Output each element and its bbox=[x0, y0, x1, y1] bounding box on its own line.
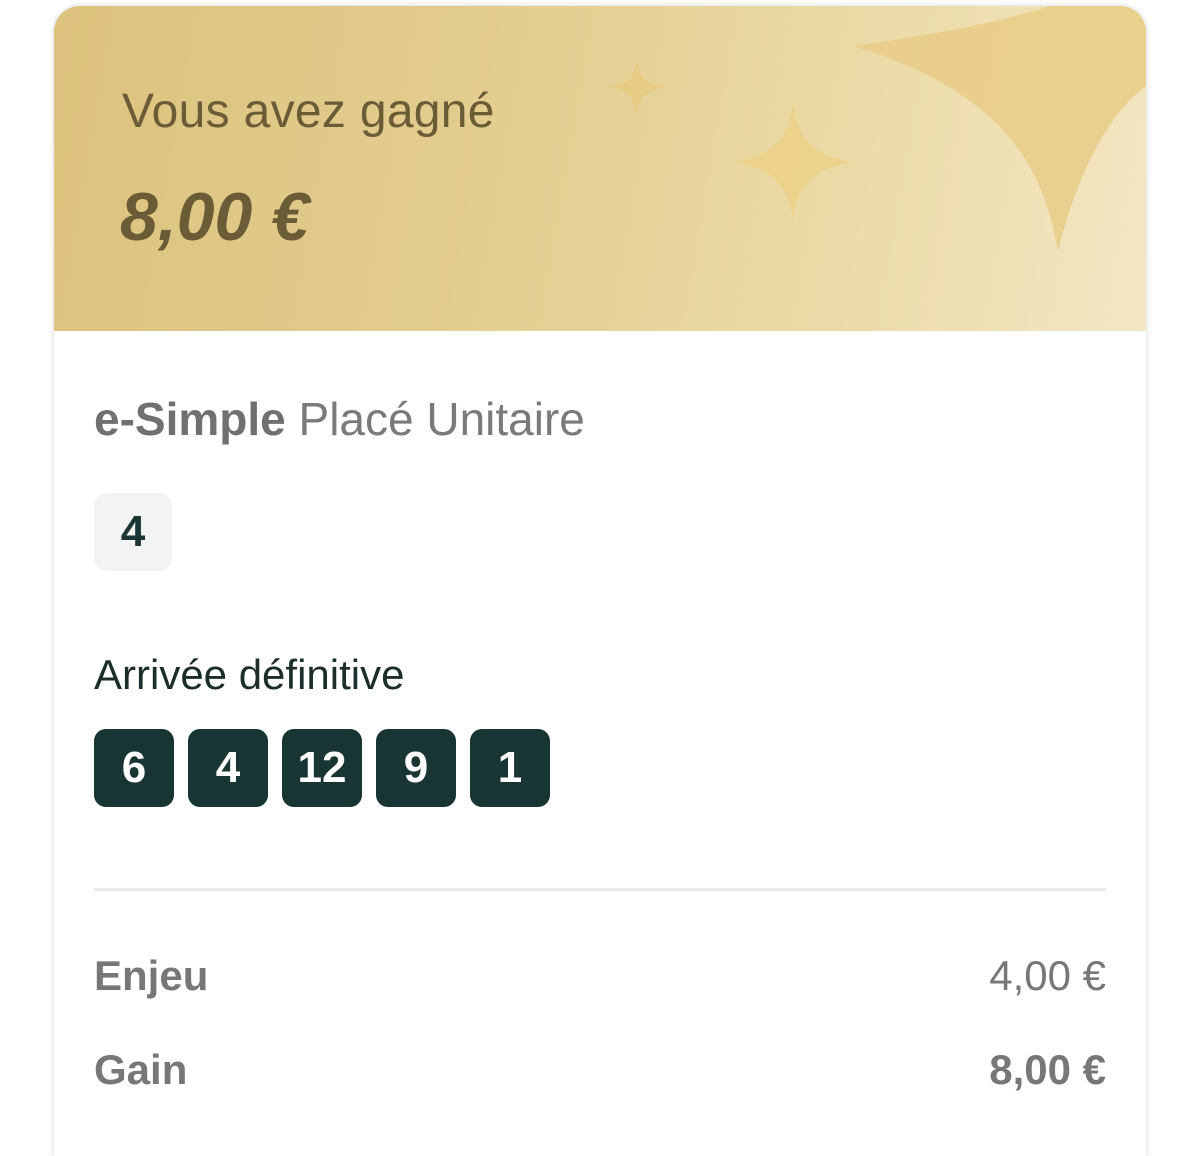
selection-chip: 4 bbox=[94, 493, 172, 571]
arrival-chip: 6 bbox=[94, 729, 174, 807]
arrival-chip: 12 bbox=[282, 729, 362, 807]
win-label: Vous avez gagné bbox=[122, 85, 495, 138]
win-banner: Vous avez gagné 8,00 € bbox=[54, 6, 1146, 331]
divider bbox=[94, 888, 1106, 891]
stake-value: 4,00 € bbox=[989, 952, 1106, 999]
bet-type: e-Simple bbox=[94, 393, 286, 445]
bet-kind: Placé Unitaire bbox=[298, 393, 585, 445]
arrival-chip: 4 bbox=[188, 729, 268, 807]
stake-label: Enjeu bbox=[94, 952, 209, 999]
sparkle-icon bbox=[608, 6, 1146, 251]
arrival-label: Arrivée définitive bbox=[94, 651, 405, 698]
arrival-chip: 1 bbox=[470, 729, 550, 807]
gain-label: Gain bbox=[94, 1046, 188, 1093]
gain-value: 8,00 € bbox=[989, 1046, 1106, 1093]
arrival-chip: 9 bbox=[376, 729, 456, 807]
bet-title: e-Simple Placé Unitaire bbox=[94, 392, 585, 446]
bet-result-card: Vous avez gagné 8,00 € e-Simple Placé Un… bbox=[54, 6, 1146, 1156]
arrival-numbers: 6 4 12 9 1 bbox=[94, 729, 550, 807]
win-amount: 8,00 € bbox=[120, 179, 310, 255]
